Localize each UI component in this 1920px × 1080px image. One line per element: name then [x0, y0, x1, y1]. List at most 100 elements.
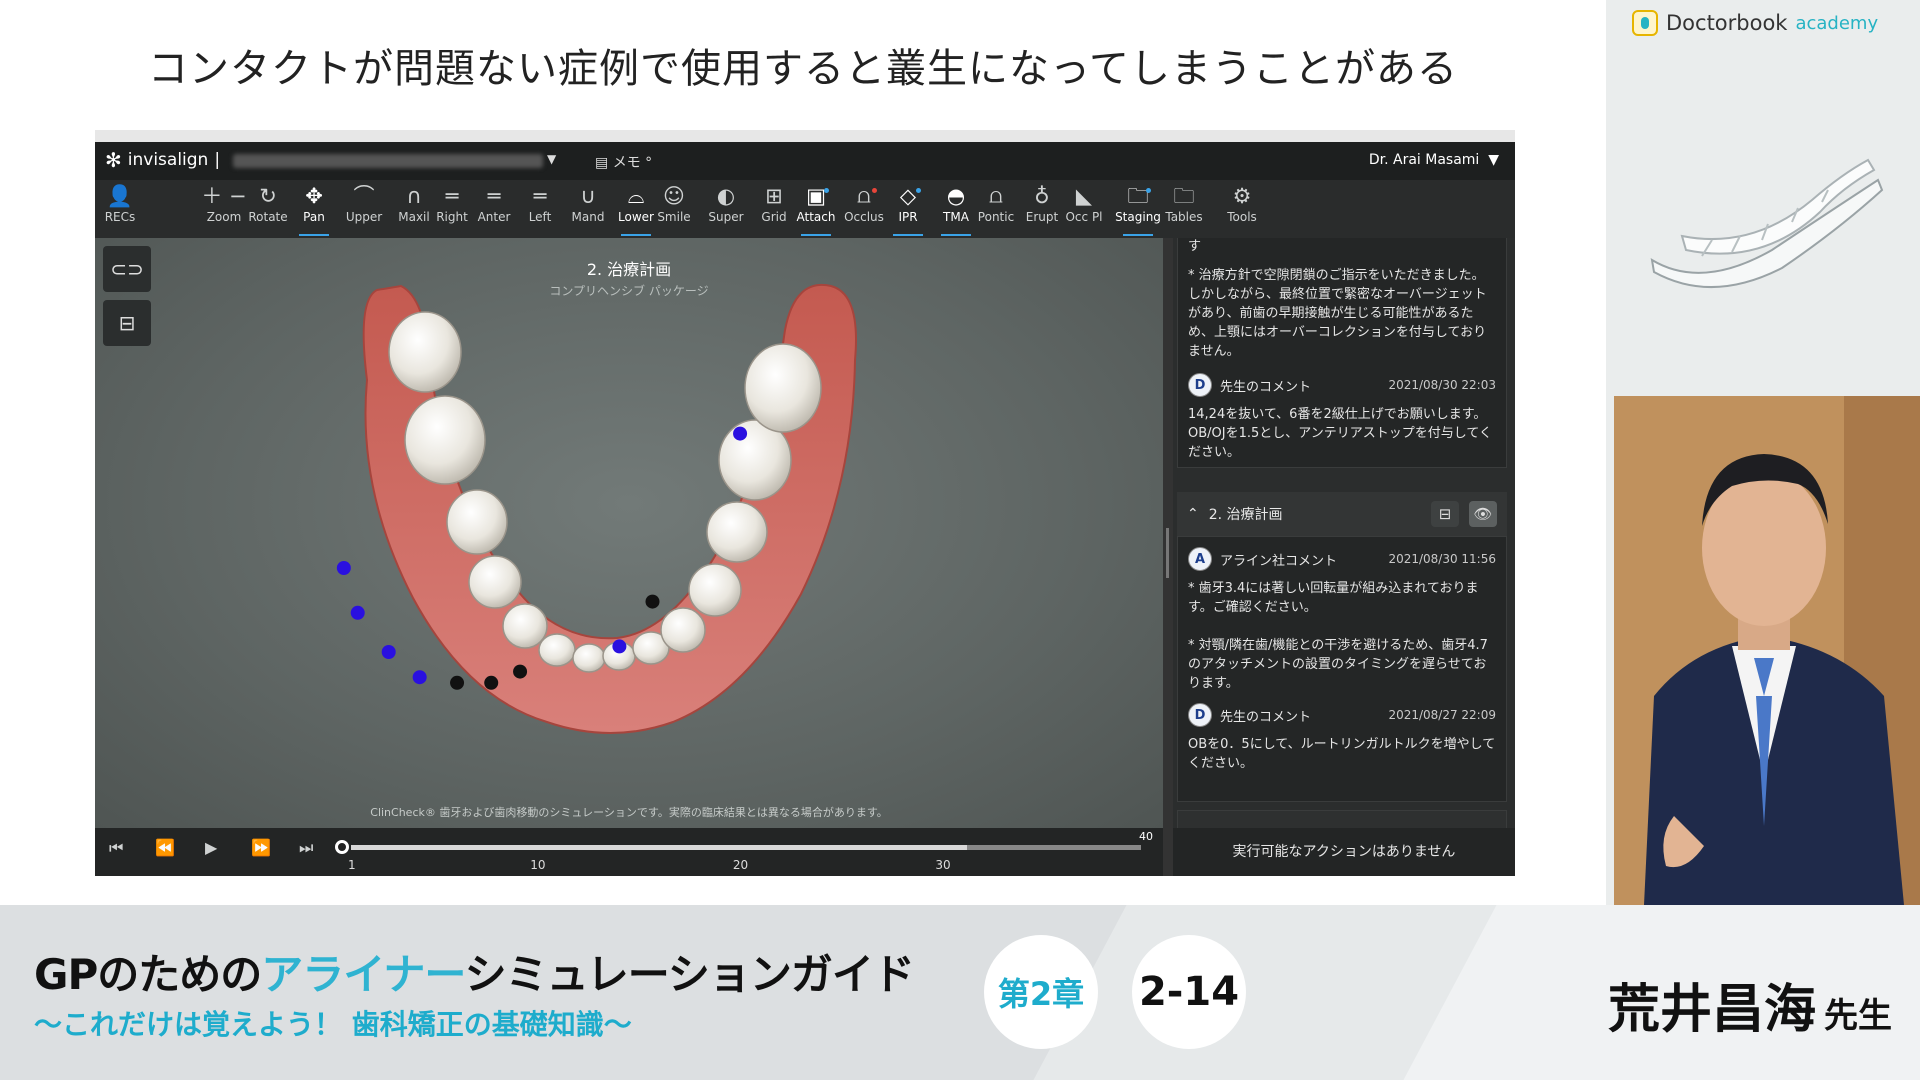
tool-attach-button[interactable]: ▣ Attach [793, 180, 839, 238]
presenter-name: 荒井昌海 先生 [1608, 967, 1892, 1042]
timeline-tick-30: 30 [935, 858, 951, 872]
tool-rotate-button[interactable]: ↻ Rotate [245, 180, 291, 238]
tool-label: Grid [761, 210, 787, 224]
panel-splitter[interactable] [1163, 238, 1173, 876]
comment-author: 先生のコメント [1220, 379, 1312, 395]
timeline-handle[interactable] [335, 840, 349, 854]
step-back-icon[interactable]: ⏪ [155, 838, 175, 857]
tool-recs-button[interactable]: 👤 RECs [97, 180, 143, 238]
timeline-track[interactable] [351, 845, 1141, 850]
slide-headline: コンタクトが問題ない症例で使用すると叢生になってしまうことがある [148, 46, 1458, 92]
tool-occpl-button[interactable]: ◣ Occ Pl [1061, 180, 1107, 238]
comment-author: アライン社コメント [1220, 553, 1338, 569]
app-name: invisalign [127, 150, 209, 170]
tooth[interactable] [688, 563, 742, 617]
align-note: * 治療方針で空隙閉鎖のご指示をいただきました。しかしながら、最終位置で緊密なオ… [1188, 268, 1487, 359]
tooth[interactable] [660, 607, 706, 653]
timeline-max-label: 40 [1139, 830, 1153, 843]
comment-author: 先生のコメント [1220, 709, 1312, 725]
tooth[interactable] [388, 311, 462, 393]
skip-to-end-icon[interactable]: ⏭ [299, 838, 313, 858]
doctor-comment-header: D 先生のコメント 2021/08/27 22:09 [1178, 699, 1506, 731]
doctorbook-logo: Doctorbook academy [1632, 10, 1878, 36]
tool-pan-button[interactable]: ✥ Pan [291, 180, 337, 238]
left-icon: ═ [533, 184, 547, 208]
3d-viewport[interactable]: ⊂⊃ ⊟ 2. 治療計画 コンプリヘンシブ パッケージ ClinCheck® 歯… [95, 238, 1163, 828]
ipr-marker[interactable] [450, 675, 465, 690]
tool-right-button[interactable]: ═ Right [429, 180, 475, 238]
doctor-menu-chevron-icon: ▼ [1483, 152, 1499, 168]
tool-label: Tables [1165, 210, 1203, 224]
tooth[interactable] [468, 555, 522, 609]
ipr-marker[interactable] [645, 594, 660, 609]
tool-mand-button[interactable]: ∪ Mand [565, 180, 611, 238]
tooth[interactable] [572, 643, 606, 673]
rotate-icon: ↻ [259, 184, 277, 208]
tooth[interactable] [706, 501, 768, 563]
patient-dropdown-icon[interactable]: ▼ [547, 152, 556, 166]
occlus-icon: ⩍ [857, 184, 871, 208]
course-subtitle: 〜これだけは覚えよう！ 歯科矯正の基礎知識〜 [34, 1008, 632, 1041]
tool-upper-button[interactable]: ⌒ Upper [341, 180, 387, 238]
tool-anter-button[interactable]: ═ Anter [471, 180, 517, 238]
ipr-marker[interactable] [484, 675, 499, 690]
tool-left-button[interactable]: ═ Left [517, 180, 563, 238]
attachment-marker[interactable] [412, 670, 427, 685]
tool-smile-button[interactable]: ☺ Smile [651, 180, 697, 238]
tool-tools-button[interactable]: ⚙ Tools [1219, 180, 1265, 238]
tool-label: Anter [477, 210, 511, 224]
tool-zoom-button[interactable]: ＋ − Zoom [201, 180, 247, 238]
doctor-name: Dr. Arai Masami [1368, 152, 1480, 168]
step-forward-icon[interactable]: ⏩ [251, 838, 271, 857]
compare-layout-icon[interactable]: ⊟ [1431, 501, 1459, 527]
tool-label: Tools [1227, 210, 1257, 224]
grid-icon: ⊞ [765, 184, 783, 208]
app-header: ✻ invisalign | ▼ ▤ メモ ° Dr. Arai Masami … [95, 142, 1515, 180]
timeline-tick-20: 20 [732, 858, 749, 872]
next-section-peek [1177, 810, 1507, 828]
eye-icon[interactable]: 👁 [1469, 501, 1497, 527]
tooth[interactable] [446, 489, 508, 555]
timeline-progress [351, 845, 968, 850]
doctor-menu[interactable]: Dr. Arai Masami ▼ [1369, 152, 1499, 168]
tool-grid-button[interactable]: ⊞ Grid [751, 180, 797, 238]
attachment-marker[interactable] [350, 605, 365, 620]
memo-label: メモ [612, 155, 641, 171]
tool-erupt-button[interactable]: ♁ Erupt [1019, 180, 1065, 238]
attachment-marker[interactable] [733, 426, 748, 441]
attachment-marker[interactable] [336, 561, 351, 575]
skip-to-start-icon[interactable]: ⏮ [109, 838, 123, 858]
occpl-icon: ◣ [1075, 184, 1093, 208]
tooth[interactable] [404, 395, 486, 485]
tool-occlus-button[interactable]: ⩍ Occlus [841, 180, 887, 238]
no-actions-message: 実行可能なアクションはありません [1173, 828, 1515, 876]
attachment-marker[interactable] [612, 639, 627, 654]
lower-third: GPのためのアライナーシミュレーションガイド 〜これだけは覚えよう！ 歯科矯正の… [0, 905, 1920, 1080]
zoom-icon: ＋ − [201, 184, 247, 208]
ipr-marker[interactable] [513, 664, 528, 679]
tool-label: Super [708, 210, 744, 224]
tool-label: Staging [1115, 210, 1161, 224]
tables-icon: 🗀 [1173, 184, 1195, 208]
tooth[interactable] [744, 343, 822, 433]
presenter-video [1614, 396, 1920, 905]
section-header-treatment-plan[interactable]: ⌃ 2. 治療計画 ⊟ 👁 [1177, 492, 1507, 536]
tool-ipr-button[interactable]: ◇ IPR [885, 180, 931, 238]
toolbar: 👤 RECs ＋ − Zoom ↻ Rotate ✥ Pan ⌒ Upper ∩ Maxil ═ Righ… [95, 180, 1515, 238]
tool-staging-button[interactable]: 🗀 Staging [1115, 180, 1161, 238]
tooth[interactable] [502, 603, 548, 649]
tooth[interactable] [538, 633, 576, 667]
super-icon: ◐ [716, 184, 736, 208]
collapse-chevron-icon[interactable]: ⌃ [1187, 506, 1199, 522]
tool-tables-button[interactable]: 🗀 Tables [1161, 180, 1207, 238]
memo-button[interactable]: ▤ メモ ° [595, 152, 652, 172]
tool-pontic-button[interactable]: ⩍ Pontic [973, 180, 1019, 238]
comment-card-1: す * 治療方針で空隙閉鎖のご指示をいただきました。しかしながら、最終位置で緊密… [1177, 238, 1507, 468]
tool-super-button[interactable]: ◐ Super [703, 180, 749, 238]
tool-label: Attach [796, 210, 836, 224]
attachment-marker[interactable] [381, 645, 396, 659]
play-icon[interactable]: ▶ [205, 838, 217, 857]
align-comment-text-1: * 歯牙3.4には著しい回転量が組み込まれております。ご確認ください。 [1188, 581, 1479, 615]
tool-label: Upper [345, 210, 383, 224]
tool-label: Rotate [248, 210, 288, 224]
